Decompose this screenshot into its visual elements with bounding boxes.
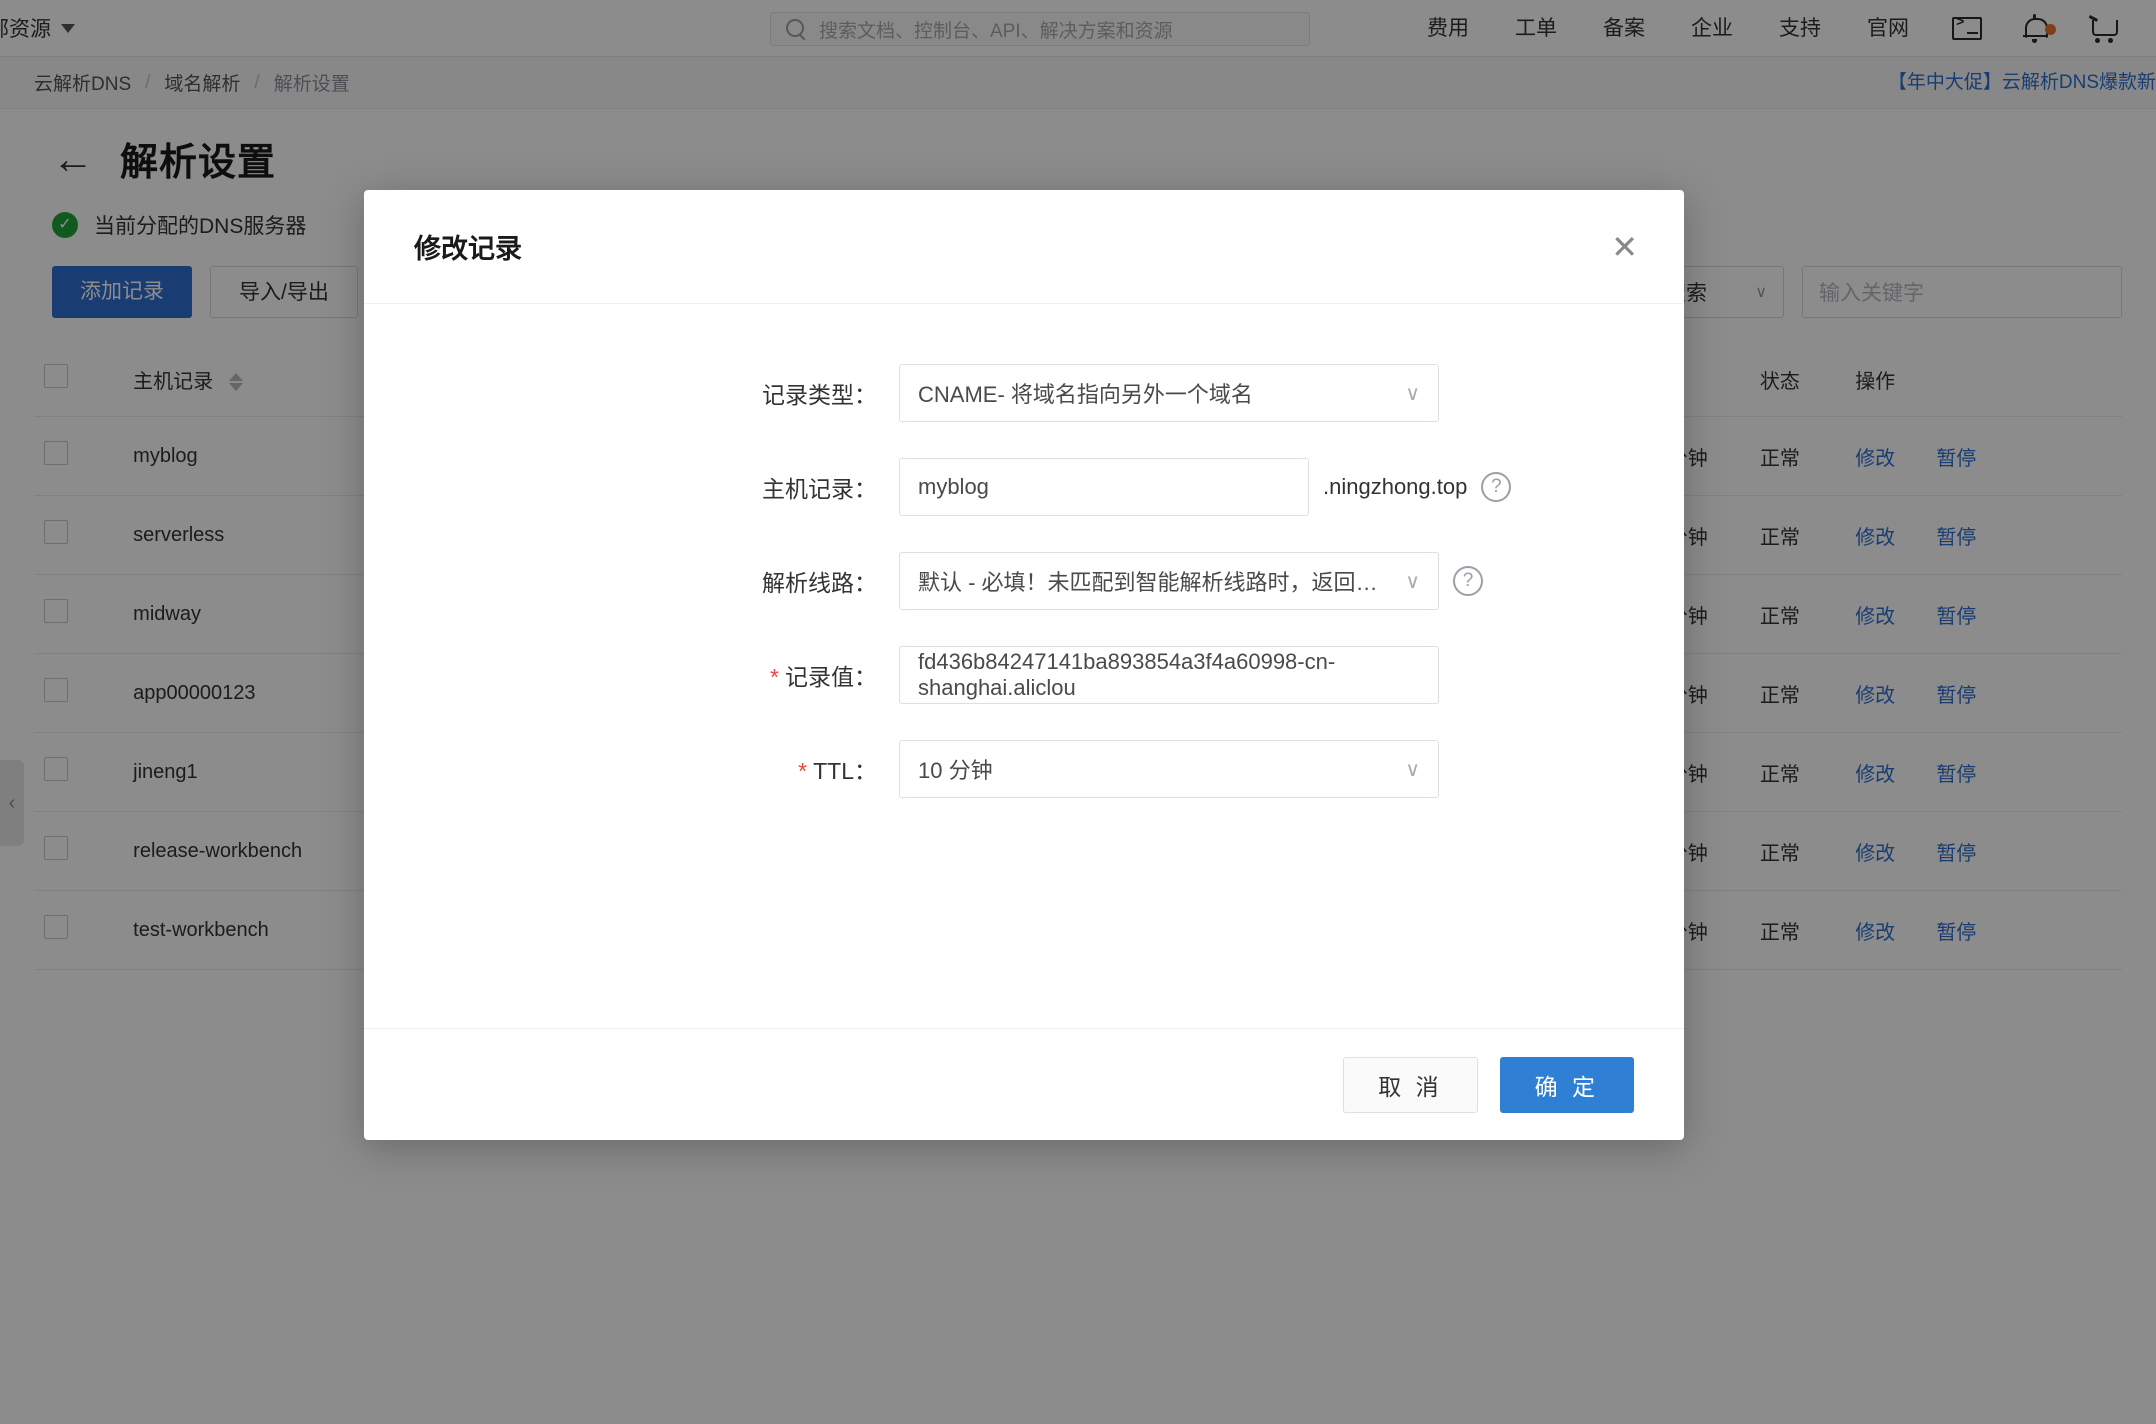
modal-header: 修改记录 ✕ <box>364 190 1684 304</box>
required-mark: * <box>770 664 779 690</box>
value-label-text: 记录值： <box>785 664 877 690</box>
record-type-label: 记录类型： <box>762 382 877 408</box>
form-row-ttl: * TTL： 10 分钟 ∨ <box>364 740 1684 798</box>
modal-title: 修改记录 <box>414 234 522 264</box>
record-type-select[interactable]: CNAME- 将域名指向另外一个域名 ∨ <box>899 364 1439 422</box>
record-value-input[interactable]: fd436b84247141ba893854a3f4a60998-cn-shan… <box>899 646 1439 704</box>
modal-footer: 取 消 确 定 <box>364 1028 1684 1140</box>
form-row-line: 解析线路： 默认 - 必填！未匹配到智能解析线路时，返回【默认】线路设... ∨… <box>364 552 1684 610</box>
line-select[interactable]: 默认 - 必填！未匹配到智能解析线路时，返回【默认】线路设... ∨ <box>899 552 1439 610</box>
help-icon[interactable]: ? <box>1481 472 1512 502</box>
chevron-down-icon: ∨ <box>1405 382 1420 405</box>
form-row-record-type: 记录类型： CNAME- 将域名指向另外一个域名 ∨ <box>364 364 1684 422</box>
line-label: 解析线路： <box>762 570 877 596</box>
record-type-value: CNAME- 将域名指向另外一个域名 <box>918 382 1253 407</box>
host-domain-suffix: .ningzhong.top <box>1323 474 1468 499</box>
chevron-down-icon: ∨ <box>1405 570 1420 593</box>
form-row-host: 主机记录： myblog .ningzhong.top ? <box>364 458 1684 516</box>
required-mark: * <box>798 758 808 784</box>
cancel-button[interactable]: 取 消 <box>1343 1056 1478 1113</box>
host-label: 主机记录： <box>762 476 877 502</box>
host-input[interactable]: myblog <box>899 458 1309 516</box>
value-label: * 记录值： <box>364 658 899 692</box>
ttl-label-text: TTL： <box>813 758 877 784</box>
ttl-value: 10 分钟 <box>918 758 993 783</box>
confirm-button[interactable]: 确 定 <box>1499 1056 1634 1113</box>
ttl-select[interactable]: 10 分钟 ∨ <box>899 740 1439 798</box>
close-icon[interactable]: ✕ <box>1611 231 1638 263</box>
help-icon[interactable]: ? <box>1453 566 1483 596</box>
modal-body: 记录类型： CNAME- 将域名指向另外一个域名 ∨ 主机记录： myblog … <box>364 304 1684 1028</box>
ttl-label: * TTL： <box>364 752 899 786</box>
edit-record-modal: 修改记录 ✕ 记录类型： CNAME- 将域名指向另外一个域名 ∨ 主机记录： … <box>364 190 1684 1140</box>
chevron-down-icon: ∨ <box>1405 758 1420 781</box>
line-value: 默认 - 必填！未匹配到智能解析线路时，返回【默认】线路设... <box>918 570 1393 595</box>
form-row-value: * 记录值： fd436b84247141ba893854a3f4a60998-c… <box>364 646 1684 704</box>
